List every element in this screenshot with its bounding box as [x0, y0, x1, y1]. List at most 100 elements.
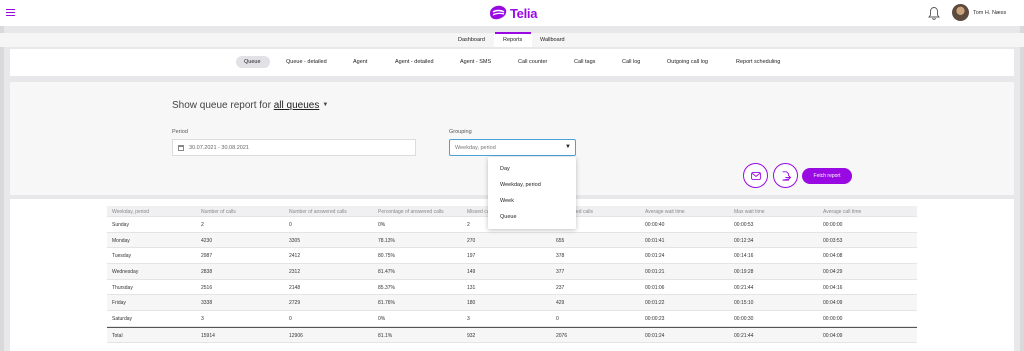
table-cell: 0: [556, 316, 559, 323]
column-header[interactable]: Weekday, period: [112, 209, 149, 215]
table-cell: 00:03:53: [823, 237, 843, 244]
table-row: Thursday 2516 2148 85.37% 131 237 00:01:06 00:2…: [107, 280, 917, 296]
table-row: Monday 4230 3305 78.13% 270 655 00:01:41 00:12:…: [107, 232, 917, 249]
table-cell: 2148: [289, 284, 301, 291]
tab-call-tags[interactable]: Call tags: [574, 59, 595, 65]
table-cell: Wednesday: [112, 269, 139, 276]
column-header[interactable]: Number of calls: [201, 209, 236, 215]
table-cell: 00:15:10: [734, 300, 754, 307]
tab-dashboard[interactable]: Dashboard: [458, 37, 485, 43]
grouping-dropdown-menu: Day Weekday, period Week Queue: [488, 157, 576, 229]
table-cell: 00:21:44: [734, 284, 754, 291]
column-header[interactable]: Average call time: [823, 209, 861, 215]
table-cell: 00:04:16: [823, 284, 843, 291]
fetch-report-button[interactable]: Fetch report: [802, 168, 852, 184]
heading-prefix: Show queue report for: [172, 100, 271, 111]
table-cell: 2516: [201, 284, 213, 291]
grouping-selected-value: Weekday, period: [455, 145, 496, 151]
table-cell: 00:01:24: [645, 253, 665, 260]
table-cell: 81.1%: [378, 332, 393, 339]
tab-agent[interactable]: Agent: [353, 59, 367, 65]
table-cell: 2729: [289, 300, 301, 307]
table-cell: 00:00:40: [645, 222, 665, 228]
table-cell: 4230: [201, 237, 213, 244]
table-cell: 237: [556, 284, 565, 291]
top-bar: Telia Tom H. Næss: [0, 0, 1024, 26]
table-cell: 3: [467, 316, 470, 323]
tab-agent-detailed[interactable]: Agent - detailed: [395, 59, 434, 65]
file-export-icon: [781, 170, 791, 181]
user-avatar[interactable]: [952, 4, 969, 21]
hamburger-menu-icon[interactable]: [6, 9, 15, 17]
table-cell: 78.13%: [378, 237, 395, 244]
active-tab-indicator: [495, 32, 531, 34]
table-cell: 00:00:00: [823, 222, 843, 228]
tab-agent-sms[interactable]: Agent - SMS: [460, 59, 491, 65]
table-cell: 00:14:16: [734, 253, 754, 260]
table-row: Friday 3338 2729 81.76% 180 429 00:01:22 00:15:…: [107, 295, 917, 312]
period-label: Period: [172, 129, 188, 135]
table-cell: 00:04:29: [823, 269, 843, 276]
table-cell: Saturday: [112, 316, 133, 323]
table-cell: 655: [556, 237, 565, 244]
table-cell: 00:01:24: [645, 332, 665, 339]
grouping-select[interactable]: Weekday, period ▼: [449, 139, 576, 156]
user-name[interactable]: Tom H. Næss: [973, 10, 1006, 16]
table-cell: 3: [201, 316, 204, 323]
table-cell: 0%: [378, 316, 386, 323]
telia-logo[interactable]: Telia: [488, 4, 537, 22]
table-cell: 378: [556, 253, 565, 260]
table-cell: 180: [467, 300, 476, 307]
column-header[interactable]: Number of answered calls: [289, 209, 347, 215]
primary-tabs: Dashboard Reports Wallboard: [0, 32, 1024, 47]
table-cell: 00:04:09: [823, 300, 843, 307]
table-cell: 80.75%: [378, 253, 395, 260]
grouping-option-day[interactable]: Day: [500, 166, 510, 172]
table-cell: 12906: [289, 332, 303, 339]
tab-report-scheduling[interactable]: Report scheduling: [736, 59, 780, 65]
table-cell: Monday: [112, 237, 130, 244]
table-cell: 0: [289, 316, 292, 323]
table-cell: 2: [467, 222, 470, 228]
grouping-option-week[interactable]: Week: [500, 198, 514, 204]
table-cell: 00:01:41: [645, 237, 665, 244]
table-cell: 429: [556, 300, 565, 307]
tab-queue-detailed[interactable]: Queue - detailed: [286, 59, 327, 65]
table-cell: 3338: [201, 300, 213, 307]
export-report-button[interactable]: [773, 163, 798, 188]
table-cell: 2312: [289, 269, 301, 276]
tab-outgoing-call-log[interactable]: Outgoing call log: [667, 59, 708, 65]
table-cell: 85.37%: [378, 284, 395, 291]
grouping-option-weekday-period[interactable]: Weekday, period: [500, 182, 541, 188]
caret-down-icon[interactable]: ▼: [322, 102, 328, 108]
table-cell: 00:00:30: [734, 316, 754, 323]
tab-queue[interactable]: Queue: [244, 59, 261, 65]
table-cell: 00:04:08: [823, 253, 843, 260]
table-cell: 2412: [289, 253, 301, 260]
table-cell: 81.76%: [378, 300, 395, 307]
table-cell: 932: [467, 332, 476, 339]
table-cell: 2838: [201, 269, 213, 276]
tab-reports[interactable]: Reports: [503, 37, 522, 43]
tab-call-counter[interactable]: Call counter: [518, 59, 547, 65]
notification-bell-icon[interactable]: [928, 6, 940, 20]
table-cell: 197: [467, 253, 476, 260]
envelope-icon: [750, 171, 761, 180]
grouping-option-queue[interactable]: Queue: [500, 214, 517, 220]
tab-call-log[interactable]: Call log: [622, 59, 640, 65]
table-cell: 00:01:21: [645, 269, 665, 276]
table-row: Tuesday 2987 2412 80.75% 197 378 00:01:24 00:14…: [107, 248, 917, 265]
table-cell: 377: [556, 269, 565, 276]
queue-selector[interactable]: all queues: [274, 100, 320, 111]
table-cell: 00:01:22: [645, 300, 665, 307]
column-header[interactable]: Percentage of answered calls: [378, 209, 444, 215]
period-input[interactable]: 30.07.2021 - 30.08.2021: [172, 139, 416, 156]
table-cell: 270: [467, 237, 476, 244]
table-cell: 2: [201, 222, 204, 228]
column-header[interactable]: Average wait time: [645, 209, 685, 215]
column-header[interactable]: Max wait time: [734, 209, 765, 215]
table-cell: 3305: [289, 237, 301, 244]
calendar-icon: [178, 145, 184, 151]
email-report-button[interactable]: [743, 163, 768, 188]
tab-wallboard[interactable]: Wallboard: [540, 37, 565, 43]
